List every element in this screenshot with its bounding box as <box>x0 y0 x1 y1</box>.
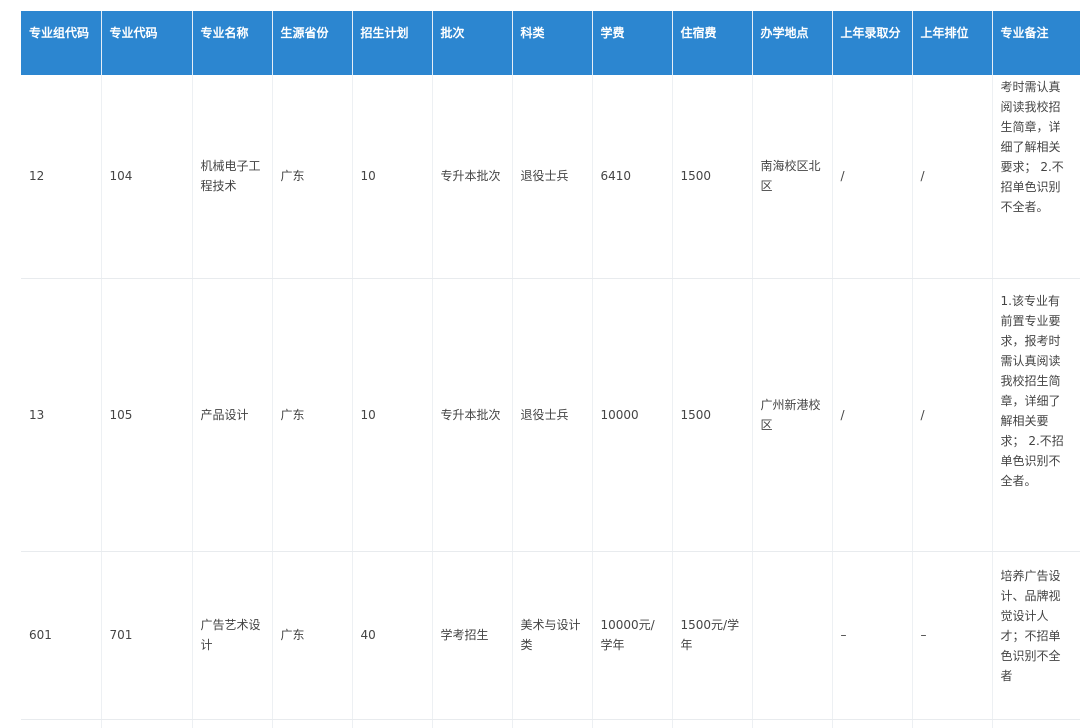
cell-major-code <box>100 719 192 728</box>
cell-plan <box>351 719 432 728</box>
cell-province <box>271 719 352 728</box>
header-accommodation: 住宿费 <box>671 11 752 75</box>
cell-major-name: 产品设计 <box>191 278 272 552</box>
table-row <box>21 719 1080 728</box>
cell-accommodation: 1500 <box>671 75 752 279</box>
cell-province: 广东 <box>271 278 352 552</box>
cell-batch: 专升本批次 <box>431 75 512 279</box>
cell-last-score: – <box>831 551 912 720</box>
header-plan: 招生计划 <box>351 11 432 75</box>
cell-accommodation: 1500元/学年 <box>671 551 752 720</box>
cell-last-rank: / <box>911 278 992 552</box>
cell-group-code: 601 <box>21 551 101 720</box>
header-batch: 批次 <box>431 11 512 75</box>
table-header-row: 专业组代码 专业代码 专业名称 生源省份 招生计划 批次 科类 学费 住宿费 办… <box>21 11 1080 75</box>
table-row: 12 104 机械电子工程技术 广东 10 专升本批次 退役士兵 6410 15… <box>21 75 1080 279</box>
cell-plan: 10 <box>351 75 432 279</box>
cell-remark: 培养广告设计、品牌视觉设计人才；不招单色识别不全者 <box>991 551 1080 720</box>
cell-batch: 专升本批次 <box>431 278 512 552</box>
admission-table: 专业组代码 专业代码 专业名称 生源省份 招生计划 批次 科类 学费 住宿费 办… <box>21 11 1080 728</box>
cell-major-name: 机械电子工程技术 <box>191 75 272 279</box>
cell-accommodation <box>671 719 752 728</box>
cell-major-code: 701 <box>100 551 192 720</box>
cell-group-code <box>21 719 101 728</box>
header-group-code: 专业组代码 <box>21 11 101 75</box>
header-last-rank: 上年排位 <box>911 11 992 75</box>
cell-province: 广东 <box>271 75 352 279</box>
cell-category: 退役士兵 <box>511 75 592 279</box>
cell-last-rank <box>911 719 992 728</box>
page: 专业组代码 专业代码 专业名称 生源省份 招生计划 批次 科类 学费 住宿费 办… <box>0 0 1080 728</box>
cell-plan: 10 <box>351 278 432 552</box>
cell-category: 退役士兵 <box>511 278 592 552</box>
cell-major-code: 104 <box>100 75 192 279</box>
cell-tuition: 10000元/学年 <box>591 551 672 720</box>
cell-major-name: 广告艺术设计 <box>191 551 272 720</box>
cell-tuition <box>591 719 672 728</box>
cell-campus <box>751 551 832 720</box>
header-province: 生源省份 <box>271 11 352 75</box>
cell-group-code: 13 <box>21 278 101 552</box>
cell-last-score: / <box>831 278 912 552</box>
cell-batch <box>431 719 512 728</box>
cell-last-rank: – <box>911 551 992 720</box>
cell-major-code: 105 <box>100 278 192 552</box>
cell-remark <box>991 719 1080 728</box>
cell-category: 美术与设计类 <box>511 551 592 720</box>
cell-accommodation: 1500 <box>671 278 752 552</box>
header-tuition: 学费 <box>591 11 672 75</box>
cell-category <box>511 719 592 728</box>
cell-last-rank: / <box>911 75 992 279</box>
header-major-code: 专业代码 <box>100 11 192 75</box>
cell-remark: 1.该专业有前置专业要求，报考时需认真阅读我校招生简章，详细了解相关要求； 2.… <box>991 278 1080 552</box>
cell-campus: 广州新港校区 <box>751 278 832 552</box>
cell-last-score <box>831 719 912 728</box>
header-category: 科类 <box>511 11 592 75</box>
table-row: 13 105 产品设计 广东 10 专升本批次 退役士兵 10000 1500 … <box>21 278 1080 552</box>
header-campus: 办学地点 <box>751 11 832 75</box>
header-last-score: 上年录取分 <box>831 11 912 75</box>
cell-batch: 学考招生 <box>431 551 512 720</box>
cell-province: 广东 <box>271 551 352 720</box>
table-row: 601 701 广告艺术设计 广东 40 学考招生 美术与设计类 10000元/… <box>21 551 1080 720</box>
header-remark: 专业备注 <box>991 11 1080 75</box>
cell-plan: 40 <box>351 551 432 720</box>
cell-group-code: 12 <box>21 75 101 279</box>
cell-tuition: 6410 <box>591 75 672 279</box>
cell-remark: 考时需认真阅读我校招生简章，详细了解相关要求； 2.不招单色识别不全者。 <box>991 75 1080 279</box>
cell-campus: 南海校区北区 <box>751 75 832 279</box>
cell-tuition: 10000 <box>591 278 672 552</box>
cell-campus <box>751 719 832 728</box>
cell-last-score: / <box>831 75 912 279</box>
header-major-name: 专业名称 <box>191 11 272 75</box>
cell-major-name <box>191 719 272 728</box>
